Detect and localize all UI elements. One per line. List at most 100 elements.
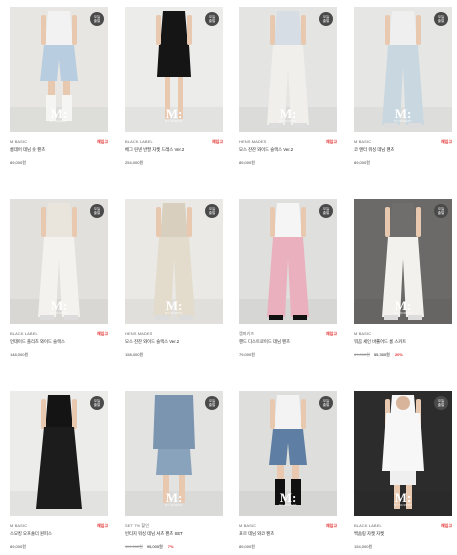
product-title[interactable]: 포르 데님 와코 팬츠: [239, 531, 337, 537]
watermark-sub: MY MOMENT: [394, 120, 412, 123]
watermark-mark: M:: [165, 106, 183, 121]
restock-tag: 재입고: [96, 139, 108, 144]
product-card[interactable]: 오늘 출발 M: MY MOMENT M BASIC 재입고코 앤터 워싱 데님 팬츠 89…: [354, 7, 452, 165]
product-image[interactable]: 오늘 출발: [239, 199, 337, 324]
product-title[interactable]: 코 앤터 워싱 데님 팬츠: [354, 147, 452, 153]
discount-percent: 20%: [394, 352, 403, 357]
badge-text: 출발: [93, 19, 101, 23]
product-title[interactable]: 모스 잔잔 와이드 슬랙스 Ver.2: [125, 339, 223, 345]
price-value: 89,000원: [10, 544, 26, 549]
product-image[interactable]: 오늘 출발: [10, 391, 108, 516]
product-brand: HENS MADES: [125, 331, 153, 336]
badge-text: 출발: [93, 403, 101, 407]
watermark-mark: M:: [394, 298, 412, 313]
product-meta: BLACK LABEL 재입고: [125, 139, 223, 147]
badge-text: 출발: [208, 19, 216, 23]
product-image[interactable]: 오늘 출발 M: MY MOMENT: [354, 7, 452, 132]
today-ship-badge: 오늘 출발: [90, 12, 104, 26]
product-brand: M BASIC: [10, 523, 28, 528]
product-title[interactable]: 언데이드 플리츠 와이드 슬랙스: [10, 339, 108, 345]
product-card[interactable]: 오늘 출발 M: MY MOMENT M BASIC 재입고롱데어 데님 숏 팬츠 89,0…: [10, 7, 108, 165]
restock-tag: 재입고: [440, 139, 452, 144]
product-title[interactable]: 뭐끔 세인 바롤어드 롱 스커트: [354, 339, 452, 345]
product-image[interactable]: 오늘 출발 M: MY MOMENT: [125, 391, 223, 516]
watermark-sub: MY MOMENT: [50, 120, 68, 123]
model-figure: [239, 203, 337, 324]
product-brand: M BASIC: [10, 139, 28, 144]
product-price: 119,000원 95,000원 7%: [125, 544, 223, 549]
product-price: 154,000원: [354, 544, 452, 549]
price-value: 89,000원: [10, 160, 26, 165]
product-price: 89,000원: [239, 160, 337, 165]
watermark-mark: M:: [279, 490, 297, 505]
product-card[interactable]: 오늘 출발 M: MY MOMENT BLACK LABEL 재입고 백숨링 자켓 자켓 15…: [354, 391, 452, 549]
product-title[interactable]: 핸드 디스트로이드 데님 팬츠: [239, 339, 337, 345]
price-value: 89,000원: [239, 544, 255, 549]
product-title[interactable]: 스모킹 오프숄더 원피스: [10, 531, 108, 537]
product-card[interactable]: 오늘 출발 M: MY MOMENT BLACK LABEL 재입고 언데이드 플리츠 와이…: [10, 199, 108, 357]
product-card[interactable]: 오늘 출발 M: MY MOMENT M BASIC 뭐끔 세인 바롤어드 롱 스커트 69…: [354, 199, 452, 357]
product-price: 158,000원: [125, 352, 223, 357]
product-card[interactable]: 오늘 출발 M: MY MOMENT HENS MADES 재입고 모스 잔잔 와이드 슬랙…: [239, 7, 337, 165]
product-image[interactable]: 오늘 출발 M: MY MOMENT: [239, 391, 337, 516]
original-price: 69,000원: [354, 352, 370, 357]
product-image[interactable]: 오늘 출발 M: MY MOMENT: [354, 199, 452, 324]
price-value: 89,000원: [354, 160, 370, 165]
watermark-sub: MY MOMENT: [165, 504, 183, 507]
restock-tag: 재입고: [325, 523, 337, 528]
badge-text: 출발: [437, 403, 445, 407]
badge-text: 출발: [208, 403, 216, 407]
badge-text: 출발: [208, 211, 216, 215]
product-title[interactable]: 롱데어 데님 숏 팬츠: [10, 147, 108, 153]
restock-tag: 재입고: [325, 139, 337, 144]
product-title[interactable]: 베그 린넨 반팔 자켓 드레스 Ver.2: [125, 147, 223, 153]
badge-text: 출발: [322, 403, 330, 407]
badge-text: 출발: [322, 19, 330, 23]
product-image[interactable]: 오늘 출발 M: MY MOMENT: [10, 199, 108, 324]
product-price: 89,000원: [354, 160, 452, 165]
price-value: 154,000원: [354, 544, 373, 549]
price-value: 254,000원: [125, 160, 144, 165]
today-ship-badge: 오늘 출발: [434, 12, 448, 26]
product-image[interactable]: 오늘 출발 M: MY MOMENT: [239, 7, 337, 132]
product-card[interactable]: 오늘 출발 M: MY MOMENT SET 7% 할인 빈티지 워싱 데님 셔츠 팬츠 …: [125, 391, 223, 549]
badge-text: 출발: [437, 211, 445, 215]
product-card[interactable]: 오늘 출발 M: MY MOMENT BLACK LABEL 재입고 베그 린넨 반팔 자켓…: [125, 7, 223, 165]
product-brand: BLACK LABEL: [125, 139, 153, 144]
product-title[interactable]: 백숨링 자켓 자켓: [354, 531, 452, 537]
product-title[interactable]: 빈티지 워싱 데님 셔츠 팬츠 SET: [125, 531, 223, 537]
product-brand: M BASIC: [354, 331, 372, 336]
brand-watermark: M: MY MOMENT: [125, 491, 223, 507]
product-card[interactable]: 오늘 출발 캠퍼키즈 재입고 핸드 디스트로이드 데님 팬츠 79,000원: [239, 199, 337, 357]
price-value: 89,000원: [239, 160, 255, 165]
watermark-mark: M:: [394, 106, 412, 121]
product-title[interactable]: 모스 잔잔 와이드 슬랙스 Ver.2: [239, 147, 337, 153]
product-meta: 캠퍼키즈 재입고: [239, 331, 337, 339]
brand-watermark: M: MY MOMENT: [10, 107, 108, 123]
watermark-sub: MY MOMENT: [394, 312, 412, 315]
watermark-sub: MY MOMENT: [279, 120, 297, 123]
brand-watermark: M: MY MOMENT: [239, 491, 337, 507]
restock-tag: 재입고: [211, 139, 223, 144]
product-meta: SET 7% 할인: [125, 523, 223, 531]
today-ship-badge: 오늘 출발: [90, 204, 104, 218]
watermark-sub: MY MOMENT: [165, 312, 183, 315]
product-image[interactable]: 오늘 출발 M: MY MOMENT: [10, 7, 108, 132]
today-ship-badge: 오늘 출발: [319, 204, 333, 218]
today-ship-badge: 오늘 출발: [205, 204, 219, 218]
product-image[interactable]: 오늘 출발 M: MY MOMENT: [125, 199, 223, 324]
watermark-sub: MY MOMENT: [279, 504, 297, 507]
product-card[interactable]: 오늘 출발 M: MY MOMENT M BASIC 재입고 포르 데님 와코 팬츠 89,0…: [239, 391, 337, 549]
product-image[interactable]: 오늘 출발 M: MY MOMENT: [125, 7, 223, 132]
brand-watermark: M: MY MOMENT: [10, 299, 108, 315]
product-card[interactable]: 오늘 출발 M BASIC 재입고 스모킹 오프숄더 원피스 89,000원: [10, 391, 108, 549]
product-image[interactable]: 오늘 출발 M: MY MOMENT: [354, 391, 452, 516]
sale-price: 95,000원: [146, 544, 163, 549]
product-brand: M BASIC: [354, 139, 372, 144]
restock-tag: 재입고: [96, 331, 108, 336]
product-meta: BLACK LABEL 재입고: [10, 331, 108, 339]
discount-percent: 7%: [167, 544, 174, 549]
restock-tag: 재입고: [440, 523, 452, 528]
today-ship-badge: 오늘 출발: [319, 396, 333, 410]
product-card[interactable]: 오늘 출발 M: MY MOMENT HENS MADES 모스 잔잔 와이드 슬랙스 V…: [125, 199, 223, 357]
